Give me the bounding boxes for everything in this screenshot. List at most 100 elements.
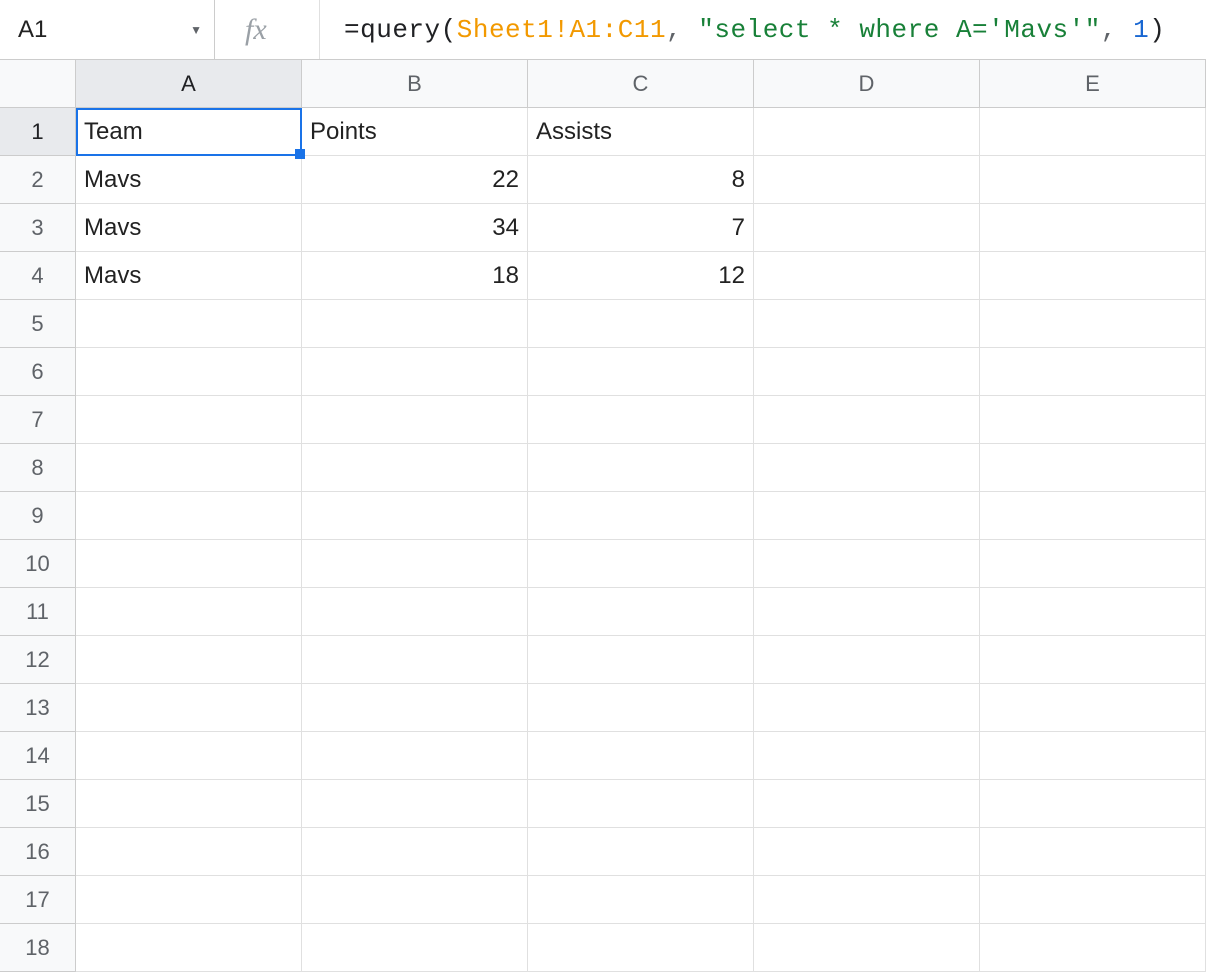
column-header-B[interactable]: B <box>302 60 528 107</box>
cell-D14[interactable] <box>754 732 980 780</box>
cell-B1[interactable]: Points <box>302 108 528 156</box>
cell-A6[interactable] <box>76 348 302 396</box>
cell-B15[interactable] <box>302 780 528 828</box>
cell-A4[interactable]: Mavs <box>76 252 302 300</box>
row-header-4[interactable]: 4 <box>0 252 76 300</box>
cell-C13[interactable] <box>528 684 754 732</box>
cell-B8[interactable] <box>302 444 528 492</box>
row-header-13[interactable]: 13 <box>0 684 76 732</box>
cell-D8[interactable] <box>754 444 980 492</box>
cell-B16[interactable] <box>302 828 528 876</box>
cell-B14[interactable] <box>302 732 528 780</box>
row-header-5[interactable]: 5 <box>0 300 76 348</box>
cells-area[interactable]: TeamPointsAssistsMavs228Mavs347Mavs1812 <box>76 108 1206 972</box>
cell-D18[interactable] <box>754 924 980 972</box>
cell-A15[interactable] <box>76 780 302 828</box>
cell-B5[interactable] <box>302 300 528 348</box>
cell-A10[interactable] <box>76 540 302 588</box>
row-header-2[interactable]: 2 <box>0 156 76 204</box>
row-header-8[interactable]: 8 <box>0 444 76 492</box>
cell-E15[interactable] <box>980 780 1206 828</box>
row-header-6[interactable]: 6 <box>0 348 76 396</box>
cell-E11[interactable] <box>980 588 1206 636</box>
select-all-corner[interactable] <box>0 60 76 107</box>
cell-C7[interactable] <box>528 396 754 444</box>
column-header-E[interactable]: E <box>980 60 1206 107</box>
cell-B3[interactable]: 34 <box>302 204 528 252</box>
cell-C6[interactable] <box>528 348 754 396</box>
cell-A5[interactable] <box>76 300 302 348</box>
cell-C18[interactable] <box>528 924 754 972</box>
cell-E8[interactable] <box>980 444 1206 492</box>
cell-C16[interactable] <box>528 828 754 876</box>
row-header-16[interactable]: 16 <box>0 828 76 876</box>
row-header-15[interactable]: 15 <box>0 780 76 828</box>
cell-E9[interactable] <box>980 492 1206 540</box>
cell-D11[interactable] <box>754 588 980 636</box>
cell-B7[interactable] <box>302 396 528 444</box>
cell-D9[interactable] <box>754 492 980 540</box>
cell-B12[interactable] <box>302 636 528 684</box>
cell-E17[interactable] <box>980 876 1206 924</box>
cell-B9[interactable] <box>302 492 528 540</box>
cell-B18[interactable] <box>302 924 528 972</box>
cell-B4[interactable]: 18 <box>302 252 528 300</box>
cell-C5[interactable] <box>528 300 754 348</box>
row-header-10[interactable]: 10 <box>0 540 76 588</box>
cell-C10[interactable] <box>528 540 754 588</box>
cell-C4[interactable]: 12 <box>528 252 754 300</box>
cell-E18[interactable] <box>980 924 1206 972</box>
cell-C3[interactable]: 7 <box>528 204 754 252</box>
cell-A18[interactable] <box>76 924 302 972</box>
row-header-3[interactable]: 3 <box>0 204 76 252</box>
cell-A12[interactable] <box>76 636 302 684</box>
cell-E10[interactable] <box>980 540 1206 588</box>
cell-E3[interactable] <box>980 204 1206 252</box>
cell-E5[interactable] <box>980 300 1206 348</box>
column-header-A[interactable]: A <box>76 60 302 107</box>
cell-D1[interactable] <box>754 108 980 156</box>
cell-A9[interactable] <box>76 492 302 540</box>
name-box[interactable]: A1 ▼ <box>0 0 215 59</box>
cell-E4[interactable] <box>980 252 1206 300</box>
cell-C12[interactable] <box>528 636 754 684</box>
cell-A7[interactable] <box>76 396 302 444</box>
cell-A14[interactable] <box>76 732 302 780</box>
row-header-11[interactable]: 11 <box>0 588 76 636</box>
cell-C1[interactable]: Assists <box>528 108 754 156</box>
cell-E16[interactable] <box>980 828 1206 876</box>
row-header-12[interactable]: 12 <box>0 636 76 684</box>
cell-D5[interactable] <box>754 300 980 348</box>
cell-A13[interactable] <box>76 684 302 732</box>
cell-C2[interactable]: 8 <box>528 156 754 204</box>
cell-C15[interactable] <box>528 780 754 828</box>
cell-D4[interactable] <box>754 252 980 300</box>
row-header-9[interactable]: 9 <box>0 492 76 540</box>
cell-D6[interactable] <box>754 348 980 396</box>
cell-A8[interactable] <box>76 444 302 492</box>
cell-B17[interactable] <box>302 876 528 924</box>
cell-D2[interactable] <box>754 156 980 204</box>
column-header-C[interactable]: C <box>528 60 754 107</box>
cell-D10[interactable] <box>754 540 980 588</box>
row-header-18[interactable]: 18 <box>0 924 76 972</box>
cell-C11[interactable] <box>528 588 754 636</box>
row-header-14[interactable]: 14 <box>0 732 76 780</box>
cell-D16[interactable] <box>754 828 980 876</box>
cell-B11[interactable] <box>302 588 528 636</box>
cell-D15[interactable] <box>754 780 980 828</box>
row-header-7[interactable]: 7 <box>0 396 76 444</box>
column-header-D[interactable]: D <box>754 60 980 107</box>
cell-C8[interactable] <box>528 444 754 492</box>
cell-B2[interactable]: 22 <box>302 156 528 204</box>
cell-B13[interactable] <box>302 684 528 732</box>
row-header-17[interactable]: 17 <box>0 876 76 924</box>
cell-D12[interactable] <box>754 636 980 684</box>
cell-E2[interactable] <box>980 156 1206 204</box>
cell-A3[interactable]: Mavs <box>76 204 302 252</box>
cell-C17[interactable] <box>528 876 754 924</box>
cell-D13[interactable] <box>754 684 980 732</box>
cell-B10[interactable] <box>302 540 528 588</box>
cell-E7[interactable] <box>980 396 1206 444</box>
cell-B6[interactable] <box>302 348 528 396</box>
